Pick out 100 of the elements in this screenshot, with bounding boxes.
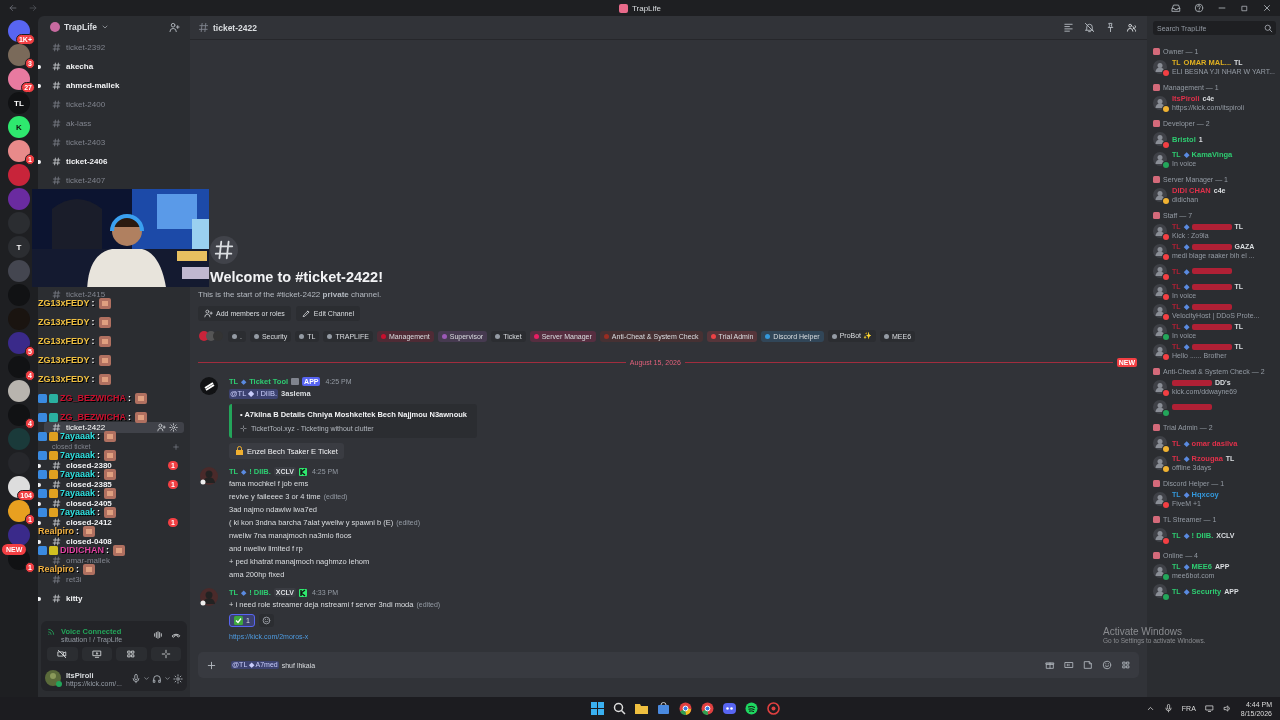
role-icon <box>1153 119 1160 127</box>
server-icon[interactable]: TL <box>8 92 30 114</box>
record-icon <box>766 702 780 715</box>
invite-icon[interactable] <box>169 21 180 33</box>
chevron-down-icon[interactable] <box>164 675 171 682</box>
server-name[interactable]: TrapLife <box>64 22 98 32</box>
signal-icon <box>47 626 57 636</box>
unread-indicator <box>38 596 41 601</box>
channel-item[interactable]: akecha <box>38 61 184 72</box>
chevron-down-icon[interactable] <box>143 675 150 682</box>
microphone-icon[interactable] <box>131 673 141 684</box>
chat-username: 7ayaaak <box>60 489 96 498</box>
hash-icon <box>52 176 61 185</box>
chat-separator: : <box>91 318 95 327</box>
channel-item[interactable]: closed-2405 <box>38 498 184 509</box>
chat-username: ZG_BEZWICHA <box>60 394 126 403</box>
server-avatar[interactable] <box>8 380 30 402</box>
member-avatar <box>1153 224 1167 238</box>
unread-indicator <box>38 83 41 88</box>
chat-username: ZG13xFEDY <box>38 318 90 327</box>
maximize-icon[interactable] <box>1240 3 1249 13</box>
emote-icon <box>98 355 111 366</box>
hash-icon <box>52 81 61 90</box>
pin-icon[interactable] <box>1105 22 1116 33</box>
hash-icon <box>52 423 61 432</box>
server-avatar[interactable] <box>8 68 30 90</box>
chevron-up-icon[interactable] <box>1145 704 1155 713</box>
chat-username: ZG13xFEDY <box>38 356 90 365</box>
help-icon[interactable] <box>1194 3 1204 13</box>
hash-icon <box>52 518 61 527</box>
server-avatar[interactable] <box>8 140 30 162</box>
camera-off-icon[interactable] <box>57 649 68 659</box>
volume-icon[interactable] <box>1222 704 1232 713</box>
emote-icon <box>104 488 117 499</box>
member-avatars-drawing <box>198 330 224 342</box>
channel-item[interactable]: closed-0408 <box>38 536 184 547</box>
member-avatar <box>1153 152 1167 166</box>
members-icon[interactable] <box>1126 22 1137 33</box>
member-avatar <box>1153 436 1167 450</box>
settings-icon[interactable] <box>173 673 183 684</box>
member-avatar <box>1153 564 1167 578</box>
mute-bell-icon[interactable] <box>1084 22 1095 33</box>
role-icon <box>1153 175 1160 183</box>
member-avatar <box>1153 400 1167 414</box>
unread-indicator <box>38 463 41 468</box>
search-icon <box>1264 23 1273 33</box>
server-avatar[interactable] <box>8 476 30 498</box>
gift-icon[interactable] <box>1045 660 1055 670</box>
welcome-text: This is the start of the #ticket-2422 private channel. <box>198 290 383 299</box>
add-reaction-button[interactable] <box>258 614 274 627</box>
microphone-icon[interactable] <box>1163 704 1173 713</box>
channel-title: ticket-2422 <box>213 22 257 33</box>
channel-item[interactable]: ret3i <box>38 574 184 585</box>
channel-item[interactable]: ticket-2403 <box>38 137 184 148</box>
chevron-down-icon[interactable] <box>101 23 110 31</box>
start-icon <box>590 702 604 715</box>
apps-icon[interactable] <box>1121 660 1131 670</box>
server-icon[interactable]: T <box>8 236 30 258</box>
settings-icon[interactable] <box>169 423 178 432</box>
hash-icon <box>198 22 209 33</box>
invite-icon[interactable] <box>157 423 166 432</box>
hash-icon <box>52 575 61 584</box>
hash-icon <box>52 100 61 109</box>
headphones-icon[interactable] <box>152 673 162 684</box>
unread-indicator <box>38 159 41 164</box>
channel-item[interactable]: ticket-2406 <box>38 156 184 167</box>
channel-item[interactable]: ticket-2392 <box>38 42 184 53</box>
role-icon <box>1153 211 1160 219</box>
emote-icon <box>135 393 147 404</box>
threads-icon[interactable] <box>1063 22 1074 33</box>
chat-username: 7ayaaak <box>60 508 96 517</box>
display-icon[interactable] <box>1204 704 1214 713</box>
hash-icon <box>52 138 61 147</box>
inbox-icon[interactable] <box>1171 3 1181 13</box>
back-arrow-icon[interactable] <box>8 3 18 13</box>
attach-icon[interactable] <box>206 659 217 671</box>
channel-item[interactable]: ticket-2407 <box>38 175 184 186</box>
channel-item[interactable]: ticket-2422 <box>44 422 184 433</box>
channel-item[interactable]: ahmed-mallek <box>38 80 184 91</box>
channel-item[interactable]: ticket-2415 <box>38 289 184 300</box>
channel-item[interactable]: ak-lass <box>38 118 184 129</box>
role-icon <box>1153 47 1160 55</box>
emote-icon <box>104 469 117 480</box>
folder-icon <box>634 702 648 715</box>
channel-item[interactable]: ticket-2400 <box>38 99 184 110</box>
unread-indicator <box>38 539 41 544</box>
member-avatar <box>1153 96 1167 110</box>
gif-icon[interactable] <box>1064 660 1074 670</box>
chat-separator: : <box>97 432 101 441</box>
server-avatar[interactable] <box>8 500 30 522</box>
channel-item[interactable]: kitty <box>38 593 184 604</box>
server-icon[interactable]: K <box>8 116 30 138</box>
sticker-icon[interactable] <box>1083 660 1093 670</box>
screen-share-icon[interactable] <box>91 649 102 659</box>
channel-item[interactable]: omar-mallek <box>38 555 184 566</box>
chat-separator: : <box>76 565 79 574</box>
close-icon[interactable] <box>1262 3 1272 13</box>
unread-indicator <box>38 64 41 69</box>
emoji-icon[interactable] <box>1102 660 1112 670</box>
shopping-bag-icon <box>656 702 670 715</box>
